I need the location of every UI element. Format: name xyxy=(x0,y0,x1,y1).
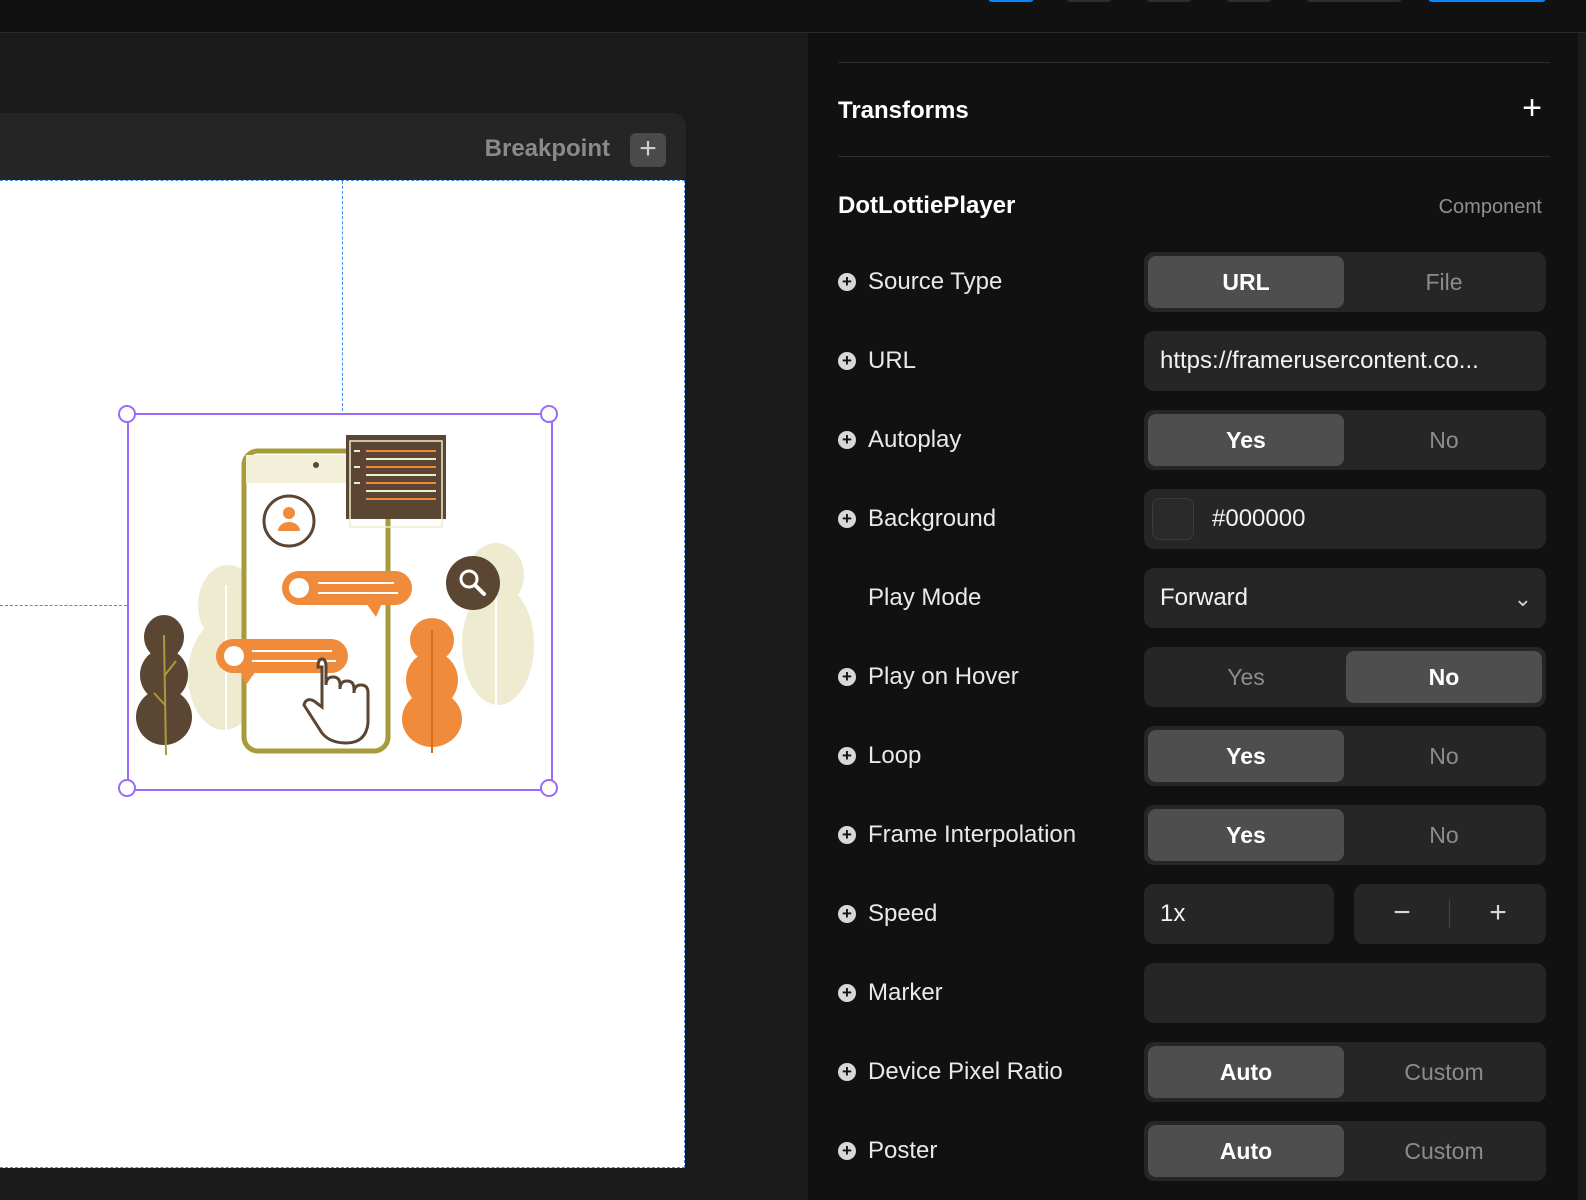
speed-input[interactable]: 1x xyxy=(1144,884,1334,944)
device-pixel-ratio-custom-option[interactable]: Custom xyxy=(1346,1046,1542,1098)
play-on-hover-segmented: Yes No xyxy=(1144,647,1546,707)
autoplay-no-option[interactable]: No xyxy=(1346,414,1542,466)
breakpoint-bar: Breakpoint + xyxy=(0,113,686,188)
play-on-hover-yes-option[interactable]: Yes xyxy=(1148,651,1344,703)
add-variable-icon[interactable]: + xyxy=(838,510,856,528)
source-type-segmented: URL File xyxy=(1144,252,1546,312)
toolbar-tab[interactable] xyxy=(1226,0,1272,2)
toolbar-tab[interactable] xyxy=(1066,0,1112,2)
resize-handle-bottom-left[interactable] xyxy=(118,779,136,797)
url-input[interactable]: https://framerusercontent.co... xyxy=(1144,331,1546,391)
add-transform-button[interactable]: + xyxy=(1522,91,1542,125)
row-label: Play Mode xyxy=(868,584,982,611)
add-variable-icon[interactable]: + xyxy=(838,905,856,923)
add-variable-icon[interactable]: + xyxy=(838,747,856,765)
add-variable-icon[interactable]: + xyxy=(838,431,856,449)
add-variable-icon[interactable]: + xyxy=(838,352,856,370)
source-type-url-option[interactable]: URL xyxy=(1148,256,1344,308)
row-label: Poster xyxy=(868,1137,938,1164)
loop-segmented: Yes No xyxy=(1144,726,1546,786)
poster-auto-option[interactable]: Auto xyxy=(1148,1125,1344,1177)
autoplay-yes-option[interactable]: Yes xyxy=(1148,414,1344,466)
row-label: Background xyxy=(868,505,997,532)
resize-handle-bottom-right[interactable] xyxy=(540,779,558,797)
resize-handle-top-right[interactable] xyxy=(540,405,558,423)
autoplay-segmented: Yes No xyxy=(1144,410,1546,470)
frame-interpolation-no-option[interactable]: No xyxy=(1346,809,1542,861)
source-type-file-option[interactable]: File xyxy=(1346,256,1542,308)
poster-segmented: Auto Custom xyxy=(1144,1121,1546,1181)
row-play-mode: Play Mode Forward ⌄ xyxy=(808,568,1586,628)
play-mode-value: Forward xyxy=(1160,584,1249,611)
loop-yes-option[interactable]: Yes xyxy=(1148,730,1344,782)
row-label: Play on Hover xyxy=(868,663,1019,690)
add-variable-icon[interactable]: + xyxy=(838,668,856,686)
row-loop: + Loop Yes No xyxy=(808,726,1586,786)
color-swatch[interactable] xyxy=(1152,498,1194,540)
device-pixel-ratio-auto-option[interactable]: Auto xyxy=(1148,1046,1344,1098)
canvas-frame[interactable] xyxy=(0,180,685,1168)
device-pixel-ratio-segmented: Auto Custom xyxy=(1144,1042,1546,1102)
row-label: Source Type xyxy=(868,268,1003,295)
row-source-type: + Source Type URL File xyxy=(808,252,1586,312)
increment-button[interactable]: + xyxy=(1450,884,1546,944)
component-subtitle: Component xyxy=(1438,196,1542,218)
marker-input[interactable] xyxy=(1144,963,1546,1023)
guide-vertical xyxy=(342,181,343,411)
publish-button[interactable] xyxy=(1428,0,1546,2)
divider xyxy=(838,156,1550,157)
row-label: Marker xyxy=(868,979,943,1006)
decrement-button[interactable]: − xyxy=(1354,884,1450,944)
transforms-title: Transforms xyxy=(838,97,969,124)
toolbar-tab-active[interactable] xyxy=(988,0,1034,2)
row-label: Device Pixel Ratio xyxy=(868,1058,1063,1085)
play-mode-select[interactable]: Forward ⌄ xyxy=(1144,568,1546,628)
component-title: DotLottiePlayer xyxy=(838,192,1016,219)
poster-custom-option[interactable]: Custom xyxy=(1346,1125,1542,1177)
add-variable-icon[interactable]: + xyxy=(838,984,856,1002)
row-marker: + Marker xyxy=(808,963,1586,1023)
add-variable-icon[interactable]: + xyxy=(838,826,856,844)
url-value: https://framerusercontent.co... xyxy=(1160,347,1479,374)
row-label: Frame Interpolation xyxy=(868,821,1077,848)
row-background: + Background #000000 xyxy=(808,489,1586,549)
background-color-input[interactable]: #000000 xyxy=(1144,489,1546,549)
frame-interpolation-yes-option[interactable]: Yes xyxy=(1148,809,1344,861)
add-variable-icon[interactable]: + xyxy=(838,273,856,291)
row-poster: + Poster Auto Custom xyxy=(808,1121,1586,1181)
chevron-down-icon: ⌄ xyxy=(1513,586,1532,611)
background-color-value: #000000 xyxy=(1212,505,1306,532)
frame-interpolation-segmented: Yes No xyxy=(1144,805,1546,865)
toolbar-button[interactable] xyxy=(1306,0,1402,2)
selection-box[interactable] xyxy=(127,413,553,791)
add-breakpoint-button[interactable]: + xyxy=(630,133,666,167)
row-url: + URL https://framerusercontent.co... xyxy=(808,331,1586,391)
divider xyxy=(838,62,1550,63)
row-label: URL xyxy=(868,347,917,374)
add-variable-icon[interactable]: + xyxy=(838,1063,856,1081)
row-speed: + Speed 1x − + xyxy=(808,884,1586,944)
row-play-on-hover: + Play on Hover Yes No xyxy=(808,647,1586,707)
speed-value: 1x xyxy=(1160,900,1186,927)
toolbar-tab[interactable] xyxy=(1146,0,1192,2)
row-label: Autoplay xyxy=(868,426,962,453)
top-toolbar xyxy=(0,0,1586,33)
row-label: Speed xyxy=(868,900,938,927)
speed-stepper: − + xyxy=(1354,884,1546,944)
breakpoint-label[interactable]: Breakpoint xyxy=(485,135,610,163)
properties-panel: Transforms + DotLottiePlayer Component +… xyxy=(808,33,1586,1200)
guide-horizontal xyxy=(0,605,127,606)
resize-handle-top-left[interactable] xyxy=(118,405,136,423)
row-label: Loop xyxy=(868,742,922,769)
row-autoplay: + Autoplay Yes No xyxy=(808,410,1586,470)
add-variable-icon[interactable]: + xyxy=(838,1142,856,1160)
loop-no-option[interactable]: No xyxy=(1346,730,1542,782)
play-on-hover-no-option[interactable]: No xyxy=(1346,651,1542,703)
row-device-pixel-ratio: + Device Pixel Ratio Auto Custom xyxy=(808,1042,1586,1102)
row-frame-interpolation: + Frame Interpolation Yes No xyxy=(808,805,1586,865)
